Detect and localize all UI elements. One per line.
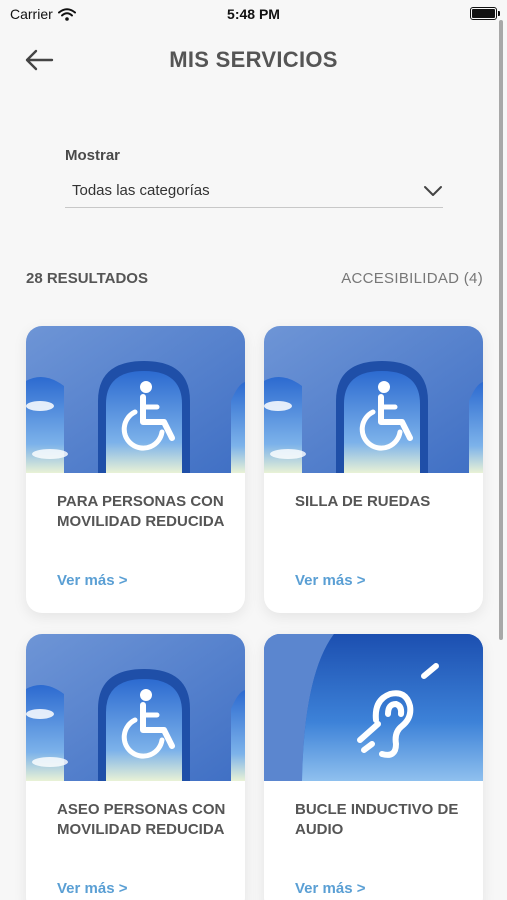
battery-icon xyxy=(470,7,500,20)
service-card[interactable]: ASEO PERSONAS CON MOVILIDAD REDUCIDA Ver… xyxy=(26,634,245,900)
wheelchair-icon xyxy=(26,634,245,781)
service-card-title: SILLA DE RUEDAS xyxy=(295,493,431,510)
navigation-bar: MIS SERVICIOS xyxy=(0,36,507,84)
category-select-value: Todas las categorías xyxy=(72,182,210,199)
filter-label: Mostrar xyxy=(65,147,121,164)
see-more-link[interactable]: Ver más > xyxy=(295,880,365,897)
wheelchair-icon xyxy=(26,326,245,473)
wheelchair-icon xyxy=(264,326,483,473)
see-more-link[interactable]: Ver más > xyxy=(57,572,127,589)
status-time: 5:48 PM xyxy=(227,6,280,22)
results-category[interactable]: ACCESIBILIDAD (4) xyxy=(341,270,483,287)
see-more-link[interactable]: Ver más > xyxy=(295,572,365,589)
service-card[interactable]: SILLA DE RUEDAS Ver más > xyxy=(264,326,483,613)
status-bar: Carrier 5:48 PM xyxy=(0,0,507,30)
service-card[interactable]: BUCLE INDUCTIVO DE AUDIO Ver más > xyxy=(264,634,483,900)
hearing-loop-icon xyxy=(264,634,483,781)
category-select[interactable]: Todas las categorías xyxy=(65,174,443,208)
service-card-title: ASEO PERSONAS CON MOVILIDAD REDUCIDA xyxy=(57,801,226,838)
page-title: MIS SERVICIOS xyxy=(169,47,338,72)
service-card-title: BUCLE INDUCTIVO DE AUDIO xyxy=(295,801,459,838)
results-count: 28 RESULTADOS xyxy=(26,270,148,287)
service-card-title: PARA PERSONAS CON MOVILIDAD REDUCIDA xyxy=(57,493,225,530)
results-header: 28 RESULTADOS ACCESIBILIDAD (4) xyxy=(26,270,483,287)
see-more-link[interactable]: Ver más > xyxy=(57,880,127,897)
service-card[interactable]: PARA PERSONAS CON MOVILIDAD REDUCIDA Ver… xyxy=(26,326,245,613)
scrollbar[interactable] xyxy=(499,20,503,640)
category-filter: Mostrar Todas las categorías xyxy=(65,147,443,208)
chevron-down-icon xyxy=(424,185,442,196)
